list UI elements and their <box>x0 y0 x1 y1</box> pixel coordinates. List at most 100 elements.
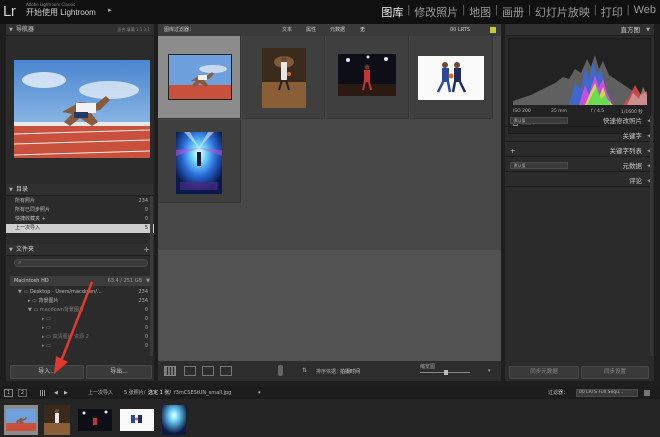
module-book[interactable]: 画册 <box>498 4 528 20</box>
filter-lock-icon[interactable] <box>644 390 650 396</box>
add-folder-icon[interactable]: + <box>143 244 150 256</box>
grid-cell-1[interactable] <box>158 36 241 119</box>
filter-lock-icon[interactable] <box>490 27 496 33</box>
folders-title: 文件夹 <box>16 246 34 253</box>
module-print[interactable]: 打印 <box>597 4 627 20</box>
filter-none-tab[interactable]: 无 <box>360 24 365 36</box>
filmstrip-thumb-1[interactable] <box>4 405 38 435</box>
sync-metadata-button[interactable]: 同步元数据 <box>509 366 579 379</box>
basketball-photo-icon <box>262 48 306 108</box>
right-panel-scrollbar[interactable] <box>650 116 653 356</box>
sprinter-photo-icon <box>169 55 232 100</box>
bottom-toolbar: ⇅ 排序依据： 拍摄时间 缩览图 ▾ <box>158 361 501 381</box>
sync-button-row: 同步元数据 同步设置 <box>505 366 654 381</box>
filmstrip-thumb-3[interactable] <box>78 409 112 431</box>
thumbnail-basketball-2[interactable] <box>338 54 396 96</box>
grid-cell-5[interactable] <box>158 120 241 203</box>
filter-metadata-tab[interactable]: 元数据 <box>330 24 345 36</box>
basketball-photo-icon <box>44 405 70 435</box>
identity-plate[interactable]: 开始使用 Lightroom <box>26 7 96 18</box>
exif-iso: ISO 200 <box>513 109 531 114</box>
thumbnail-basketball-1[interactable] <box>262 48 306 108</box>
collapse-triangle-icon: ▼ <box>9 24 13 36</box>
grid-cell-4[interactable] <box>410 36 493 119</box>
filmstrip-count: 5 张照片/ <box>124 387 145 399</box>
thumbnail-sprinter[interactable] <box>168 54 232 100</box>
thumbnail-size-label: 缩览图 <box>420 363 435 370</box>
keywording-row[interactable]: 关键字 ◀ <box>505 130 654 142</box>
navigator-zoom-options[interactable]: 适合 填满 1:1 3:1 <box>117 24 150 36</box>
filter-attribute-tab[interactable]: 属性 <box>306 24 316 36</box>
stage-lights-photo-icon <box>176 132 222 194</box>
filmstrip-thumb-2[interactable] <box>44 405 70 435</box>
module-map[interactable]: 地图 <box>465 4 495 20</box>
catalog-item-quick-collection[interactable]: 快捷收藏夹 + 0 <box>6 215 154 224</box>
volume-info: 63.4 / 251 GB <box>108 276 142 286</box>
grid-small-icon[interactable] <box>40 390 46 396</box>
module-web[interactable]: Web <box>630 4 660 20</box>
forward-arrow-icon[interactable]: ▶ <box>64 387 68 399</box>
identity-plate-arrow-icon[interactable]: ▸ <box>108 6 112 14</box>
filmstrip-source[interactable]: 上一次导入 <box>88 387 113 399</box>
navigator-header[interactable]: ▼ 导航器 适合 填满 1:1 3:1 <box>6 24 154 36</box>
window-1-button[interactable]: 1 <box>4 389 13 397</box>
comments-row[interactable]: 评论 ◀ <box>505 175 654 187</box>
navigator-title: 导航器 <box>16 26 34 33</box>
players-photo-icon <box>120 409 154 431</box>
thumbnail-stage[interactable] <box>176 132 222 194</box>
folder-search-input[interactable]: ⌕ <box>14 259 148 267</box>
catalog-item-synced[interactable]: 所有已同步照片 0 <box>6 206 154 215</box>
collapse-triangle-icon: ▼ <box>9 244 13 256</box>
histogram-title: 直方图 <box>621 24 641 36</box>
top-bar: Lr Adobe Lightroom Classic 开始使用 Lightroo… <box>0 0 660 24</box>
catalog-item-all-photos[interactable]: 所有照片 234 <box>6 197 154 206</box>
grid-cell-2[interactable] <box>242 36 325 119</box>
right-panel: 直方图 ▼ ISO 200 25 mm f / 4.5 1/1600 秒 原照片… <box>505 24 654 381</box>
painter-icon[interactable] <box>278 365 283 376</box>
filter-text-tab[interactable]: 文本 <box>282 24 292 36</box>
loupe-view-icon[interactable] <box>184 366 196 376</box>
quick-develop-row[interactable]: 默认值 快速修改照片 ◀ <box>505 115 654 127</box>
add-keyword-icon[interactable]: + <box>510 145 515 157</box>
filter-select[interactable]: 00 LRTS Full Sequ... <box>576 389 638 397</box>
grid-cell-3[interactable] <box>326 36 409 119</box>
module-picker: 图库| 修改照片| 地图| 画册| 幻灯片放映| 打印| Web <box>377 4 660 20</box>
thumbnail-size-slider-thumb[interactable] <box>444 370 448 375</box>
filmstrip-filename: f3mCSEStUN_small.jpg <box>174 387 231 399</box>
module-develop[interactable]: 修改照片 <box>410 4 462 20</box>
thumbnail-basketball-3[interactable] <box>418 56 484 100</box>
library-filter-bar: 图库过滤器： 文本 属性 元数据 无 00 LRTS <box>158 24 501 36</box>
keyword-list-row[interactable]: + 关键字列表 ◀ <box>505 145 654 157</box>
module-library[interactable]: 图库 <box>377 4 407 20</box>
catalog-item-previous-import[interactable]: 上一次导入 5 <box>6 224 154 233</box>
arena-photo-icon <box>78 409 112 431</box>
lightroom-logo: Lr <box>3 3 15 20</box>
toolbar-menu-icon[interactable]: ▾ <box>488 368 491 374</box>
sync-settings-button[interactable]: 同步设置 <box>581 366 649 379</box>
survey-view-icon[interactable] <box>220 366 232 376</box>
catalog-list: 所有照片 234 所有已同步照片 0 快捷收藏夹 + 0 上一次导入 5 <box>6 197 154 233</box>
navigator-preview[interactable] <box>14 60 150 158</box>
left-panel-scrollbar[interactable] <box>150 196 153 356</box>
filmstrip-thumb-4[interactable] <box>120 409 154 431</box>
filmstrip-dropdown-icon[interactable]: ▾ <box>258 387 261 399</box>
filter-bar-label: 图库过滤器： <box>164 24 194 36</box>
back-arrow-icon[interactable]: ◀ <box>54 387 58 399</box>
grid-view-icon[interactable] <box>164 366 176 376</box>
keywording-title: 关键字 <box>623 130 643 142</box>
filmstrip-thumb-5[interactable] <box>162 405 186 435</box>
module-slideshow[interactable]: 幻灯片放映 <box>531 4 594 20</box>
filter-preset-select[interactable]: 00 LRTS <box>450 24 470 36</box>
compare-view-icon[interactable] <box>202 366 214 376</box>
sort-label: 排序依据： <box>316 368 341 375</box>
sort-direction-icon[interactable]: ⇅ <box>302 367 307 374</box>
search-icon: ⌕ <box>18 259 21 267</box>
sort-select[interactable]: 拍摄时间 <box>340 368 360 375</box>
metadata-preset-select[interactable]: 默认值 <box>510 162 568 169</box>
window-2-button[interactable]: 2 <box>18 389 27 397</box>
catalog-header[interactable]: ▼ 目录 <box>6 184 154 196</box>
metadata-row[interactable]: 默认值 元数据 ◀ <box>505 160 654 172</box>
histogram-header[interactable]: 直方图 ▼ <box>505 24 654 36</box>
folders-header[interactable]: ▼ 文件夹 + <box>6 244 154 256</box>
saved-preset-select[interactable]: 默认值 <box>510 117 568 124</box>
